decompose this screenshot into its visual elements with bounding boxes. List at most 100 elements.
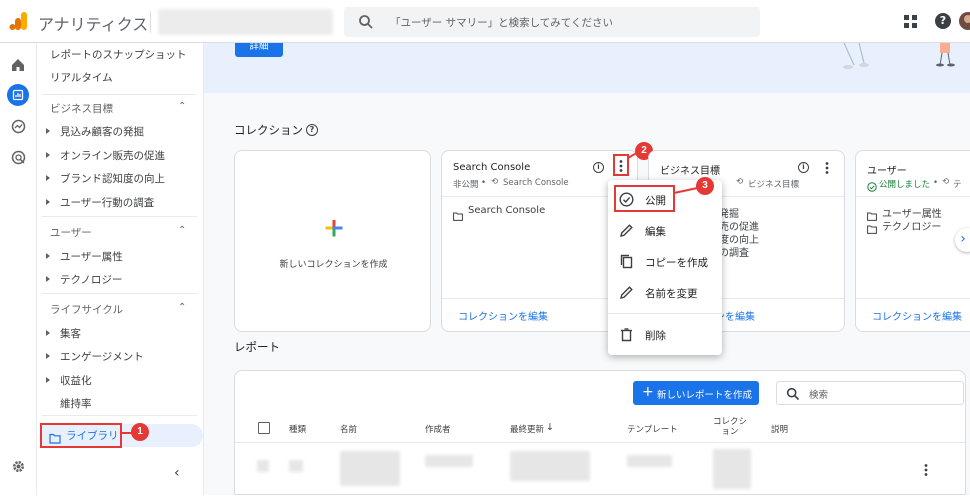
expand-caret-icon[interactable] xyxy=(46,353,50,359)
nav-section-user[interactable]: ユーザー xyxy=(50,225,92,240)
column-header-template[interactable]: テンプレート xyxy=(627,423,678,435)
card-divider xyxy=(856,298,970,299)
nav-item-monetization[interactable]: 収益化 xyxy=(60,373,92,388)
reports-icon[interactable] xyxy=(7,84,29,106)
app-title: アナリティクス xyxy=(38,15,149,34)
chevron-up-icon[interactable]: ⌃ xyxy=(178,101,186,112)
sort-arrow-down-icon[interactable]: ↓ xyxy=(546,422,554,433)
expand-caret-icon[interactable] xyxy=(46,276,50,282)
annotation-highlight xyxy=(40,423,122,448)
expand-caret-icon[interactable] xyxy=(46,128,50,134)
card-divider xyxy=(856,196,970,197)
expand-caret-icon[interactable] xyxy=(46,152,50,158)
expand-caret-icon[interactable] xyxy=(46,253,50,259)
create-collection-card[interactable]: 新しいコレクションを作成 xyxy=(234,150,431,332)
advertising-icon[interactable] xyxy=(11,150,26,165)
info-icon[interactable]: i xyxy=(593,162,604,173)
dot-separator: • xyxy=(933,178,939,188)
nav-item-lead-gen[interactable]: 見込み顧客の発掘 xyxy=(60,124,144,139)
table-row[interactable] xyxy=(235,443,965,496)
nav-item-tech[interactable]: テクノロジー xyxy=(60,272,122,287)
column-header-last-updated[interactable]: 最終更新 xyxy=(510,423,544,435)
edit-collection-link[interactable]: コレクションを編集 xyxy=(458,308,548,323)
menu-item-label: コピーを作成 xyxy=(645,257,708,269)
collection-card[interactable]: ユーザー 公開しました • ⟲ テ ユーザー属性 テクノロジー コレクションを編… xyxy=(855,150,970,332)
expand-caret-icon[interactable] xyxy=(46,330,50,336)
trash-icon xyxy=(619,327,634,342)
nav-item-engagement[interactable]: エンゲージメント xyxy=(60,349,144,364)
published-check-icon xyxy=(867,177,877,192)
menu-item-label: 名前を変更 xyxy=(645,288,698,300)
redacted-cell xyxy=(627,455,672,467)
menu-item-label: 削除 xyxy=(645,330,666,342)
collection-template: テ xyxy=(953,180,962,190)
admin-gear-icon[interactable] xyxy=(11,459,26,474)
expand-caret-icon[interactable] xyxy=(46,199,50,205)
redacted-cell xyxy=(510,451,590,481)
column-header-type[interactable]: 種類 xyxy=(289,423,306,435)
top-bar: アナリティクス 「ユーザー サマリー」と検索してみてください ? xyxy=(0,0,970,43)
menu-item-rename[interactable]: 名前を変更 xyxy=(608,278,722,308)
account-selector[interactable] xyxy=(158,9,333,35)
redacted-cell xyxy=(425,455,473,467)
expand-caret-icon[interactable] xyxy=(46,175,50,181)
analytics-logo-icon[interactable] xyxy=(9,11,29,31)
home-icon[interactable] xyxy=(11,57,25,71)
expand-caret-icon[interactable] xyxy=(46,377,50,383)
help-circle-icon[interactable]: ? xyxy=(306,124,318,136)
nav-item-retention[interactable]: 維持率 xyxy=(60,396,92,411)
help-icon[interactable]: ? xyxy=(935,13,951,29)
nav-section-lifecycle[interactable]: ライフサイクル xyxy=(50,302,123,317)
info-icon[interactable]: i xyxy=(798,162,809,173)
nav-item-snapshot[interactable]: レポートのスナップショット xyxy=(50,47,187,62)
edit-collection-link[interactable]: コレクションを編集 xyxy=(872,308,962,323)
nav-section-business-goals[interactable]: ビジネス目標 xyxy=(50,101,113,116)
nav-item-demographics[interactable]: ユーザー属性 xyxy=(60,249,123,264)
details-button-label: 詳細 xyxy=(249,43,269,52)
chevron-up-icon[interactable]: ⌃ xyxy=(178,225,186,236)
explore-icon[interactable] xyxy=(11,119,26,134)
column-header-description[interactable]: 説明 xyxy=(771,423,788,435)
create-report-label: 新しいレポートを作成 xyxy=(657,390,753,401)
menu-item-edit[interactable]: 編集 xyxy=(608,216,722,246)
collection-title: Search Console xyxy=(453,162,531,173)
nav-divider xyxy=(42,94,197,95)
more-vert-icon[interactable] xyxy=(924,462,928,476)
menu-item-copy[interactable]: コピーを作成 xyxy=(608,247,722,277)
report-search-field[interactable]: 検索 xyxy=(776,381,964,405)
apps-grid-icon[interactable] xyxy=(904,14,918,28)
search-bar[interactable]: 「ユーザー サマリー」と検索してみてください xyxy=(344,7,760,37)
left-rail xyxy=(0,43,37,495)
plus-icon xyxy=(325,219,343,237)
more-vert-icon[interactable] xyxy=(825,160,829,174)
redacted-cell xyxy=(289,460,303,472)
collection-template: ビジネス目標 xyxy=(748,180,800,190)
annotation-badge: 3 xyxy=(696,177,714,195)
column-header-collection[interactable]: コレクション xyxy=(713,417,747,437)
details-button[interactable]: 詳細 xyxy=(235,43,283,57)
sync-icon: ⟲ xyxy=(942,177,950,187)
nav-item-online-sales[interactable]: オンライン販売の促進 xyxy=(60,148,165,163)
column-header-creator[interactable]: 作成者 xyxy=(425,423,451,435)
column-header-name[interactable]: 名前 xyxy=(340,423,357,435)
pencil-icon xyxy=(619,223,634,238)
nav-item-realtime[interactable]: リアルタイム xyxy=(50,70,113,85)
nav-item-user-behavior[interactable]: ユーザー行動の調査 xyxy=(60,195,154,210)
folder-icon xyxy=(867,219,877,234)
folder-icon xyxy=(867,206,877,221)
avatar[interactable] xyxy=(959,12,970,30)
collapse-chevron-icon[interactable]: ‹ xyxy=(174,465,180,481)
hero-banner: 詳細 xyxy=(204,43,970,93)
reports-heading: レポート xyxy=(234,340,280,354)
collection-topic[interactable]: テクノロジー xyxy=(882,218,941,233)
folder-icon xyxy=(453,206,463,221)
chevron-up-icon[interactable]: ⌃ xyxy=(178,302,186,313)
nav-item-acquisition[interactable]: 集客 xyxy=(60,326,81,341)
select-all-checkbox[interactable] xyxy=(258,422,270,434)
menu-item-delete[interactable]: 削除 xyxy=(608,320,722,350)
account-divider xyxy=(150,11,151,33)
dot-separator: • xyxy=(481,178,487,188)
collection-topic[interactable]: Search Console xyxy=(468,205,545,216)
create-report-button[interactable]: + 新しいレポートを作成 xyxy=(633,381,759,405)
nav-item-brand-awareness[interactable]: ブランド認知度の向上 xyxy=(60,171,165,186)
